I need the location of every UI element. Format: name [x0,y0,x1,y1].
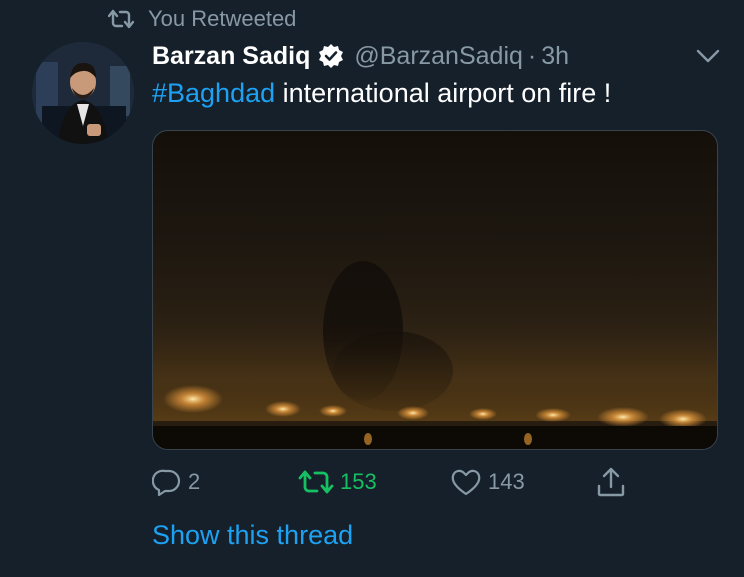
like-count: 143 [488,469,525,494]
retweet-icon [298,470,334,494]
retweet-banner-label: You Retweeted [148,6,297,31]
reply-icon [152,469,181,497]
display-name[interactable]: Barzan Sadiq [152,42,310,71]
like-button[interactable]: 143 [450,462,525,502]
tweet-media-image[interactable] [152,130,718,450]
timestamp[interactable]: 3h [541,42,569,71]
separator-dot: · [527,41,537,70]
retweet-count: 153 [340,469,377,494]
tweet-header: Barzan Sadiq @BarzanSadiq · 3h [152,38,569,74]
avatar[interactable] [32,42,134,144]
heart-icon [451,469,481,496]
handle[interactable]: @BarzanSadiq [354,42,523,71]
reply-count: 2 [188,469,201,494]
share-button[interactable] [596,462,626,502]
hashtag-link[interactable]: #Baghdad [152,78,275,108]
retweet-button[interactable]: 153 [298,462,377,502]
tweet-body: international airport on fire ! [275,78,612,108]
verified-badge-icon [319,44,344,68]
share-icon [597,467,625,497]
tweet-actions: 2 153 143 [152,462,642,502]
retweet-banner: You Retweeted [108,4,296,34]
retweet-icon [108,9,134,29]
tweet-text: #Baghdad international airport on fire ! [152,78,611,109]
chevron-down-icon[interactable] [694,46,722,66]
reply-button[interactable]: 2 [152,462,200,502]
show-thread-link[interactable]: Show this thread [152,520,353,551]
tweet[interactable]: You Retweeted Barzan Sadiq @BarzanSadiq … [0,0,744,577]
